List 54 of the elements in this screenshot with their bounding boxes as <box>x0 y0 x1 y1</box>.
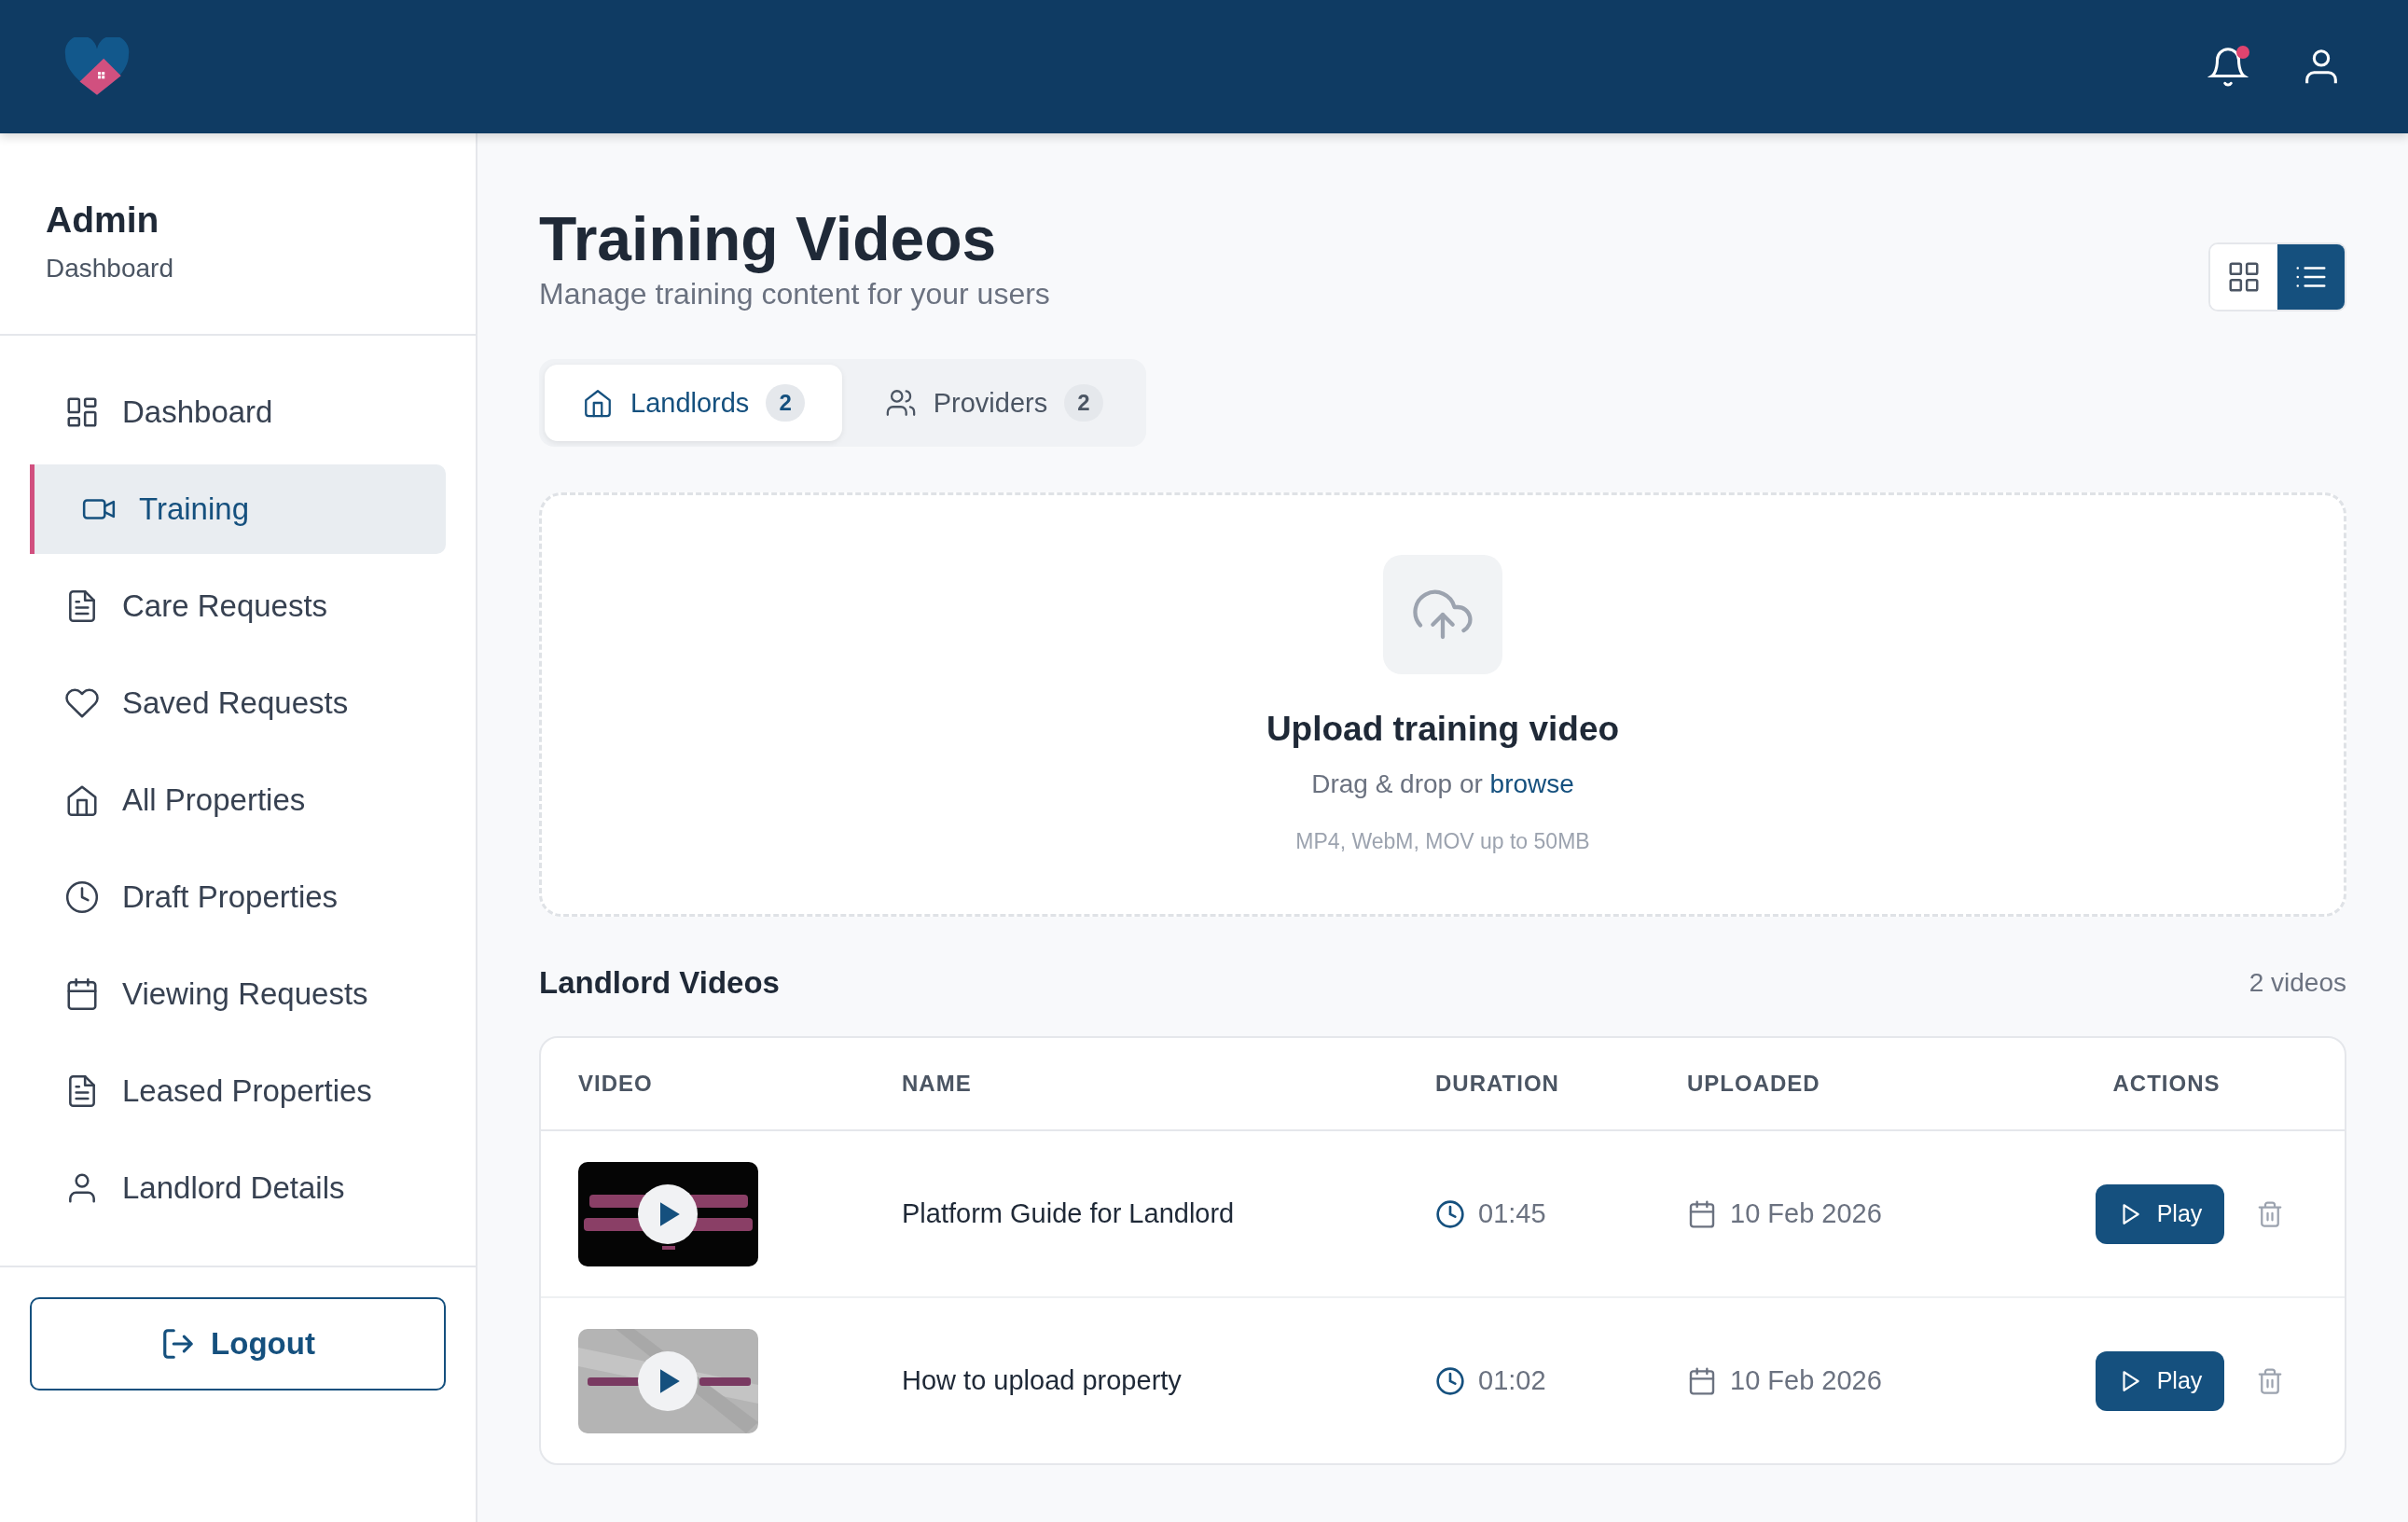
column-header: ACTIONS <box>2111 1071 2221 1097</box>
play-button[interactable]: Play <box>2095 1350 2225 1411</box>
play-overlay-icon[interactable] <box>638 1183 698 1244</box>
play-button[interactable]: Play <box>2095 1183 2225 1244</box>
page-title: Training Videos <box>539 205 998 273</box>
video-count: 2 videos <box>2249 968 2346 998</box>
sidebar-item[interactable]: All Properties <box>30 755 446 845</box>
grid-icon <box>2226 259 2262 295</box>
column-header: NAME <box>901 1071 973 1097</box>
duration: 01:45 <box>1478 1198 1546 1229</box>
upload-formats: MP4, WebM, MOV up to 50MB <box>1295 829 1590 854</box>
page-subtitle: Manage training content for your users <box>539 276 1050 311</box>
column-header: UPLOADED <box>1686 1071 1821 1097</box>
sidebar-item[interactable]: Dashboard <box>30 367 446 457</box>
section-title: Landlord Videos <box>539 965 780 1001</box>
duration: 01:02 <box>1478 1365 1546 1396</box>
clock-icon <box>1435 1198 1465 1229</box>
notification-bell-icon[interactable] <box>2207 45 2249 89</box>
upload-date: 10 Feb 2026 <box>1730 1198 1882 1229</box>
browse-link[interactable]: browse <box>1489 769 1574 798</box>
video-name: Platform Guide for Landlord <box>901 1198 1236 1229</box>
upload-date: 10 Feb 2026 <box>1730 1365 1882 1396</box>
users-icon <box>884 387 917 419</box>
count-badge: 2 <box>1064 384 1103 422</box>
clock-icon <box>1435 1365 1465 1396</box>
calendar-icon <box>64 976 100 1012</box>
clock-icon <box>64 879 100 915</box>
column-header: VIDEO <box>577 1071 654 1097</box>
dashboard-icon <box>64 394 100 430</box>
sidebar-item[interactable]: Leased Properties <box>30 1046 446 1136</box>
house-icon <box>582 387 614 419</box>
grid-view-button[interactable] <box>2210 244 2277 310</box>
sidebar-item[interactable]: Saved Requests <box>30 658 446 748</box>
upload-dropzone[interactable]: Upload training video Drag & drop or browse MP4, WebM, MOV up to 50MB <box>539 492 2346 917</box>
sidebar-item[interactable]: Landlord Details <box>30 1143 446 1233</box>
video-name: How to upload property <box>901 1365 1183 1396</box>
list-view-button[interactable] <box>2277 244 2345 310</box>
sidebar-title: Admin <box>46 200 160 241</box>
tab[interactable]: Providers 2 <box>847 365 1141 441</box>
sidebar-item[interactable]: Care Requests <box>30 561 446 651</box>
sidebar-item[interactable]: Draft Properties <box>30 852 446 942</box>
calendar-icon <box>1687 1365 1717 1396</box>
logo-icon[interactable] <box>63 36 131 97</box>
logout-button[interactable]: Logout <box>30 1297 446 1391</box>
sidebar-item[interactable]: Viewing Requests <box>30 949 446 1039</box>
sidebar-item[interactable]: Training <box>30 464 446 554</box>
upload-title: Upload training video <box>1266 710 1620 749</box>
calendar-icon <box>1687 1198 1717 1229</box>
play-overlay-icon[interactable] <box>638 1350 698 1411</box>
column-header: DURATION <box>1434 1071 1560 1097</box>
count-badge: 2 <box>766 384 805 422</box>
upload-hint: Drag & drop or <box>1311 769 1483 798</box>
sidebar-subtitle: Dashboard <box>46 254 174 284</box>
tab[interactable]: Landlords 2 <box>545 365 842 441</box>
